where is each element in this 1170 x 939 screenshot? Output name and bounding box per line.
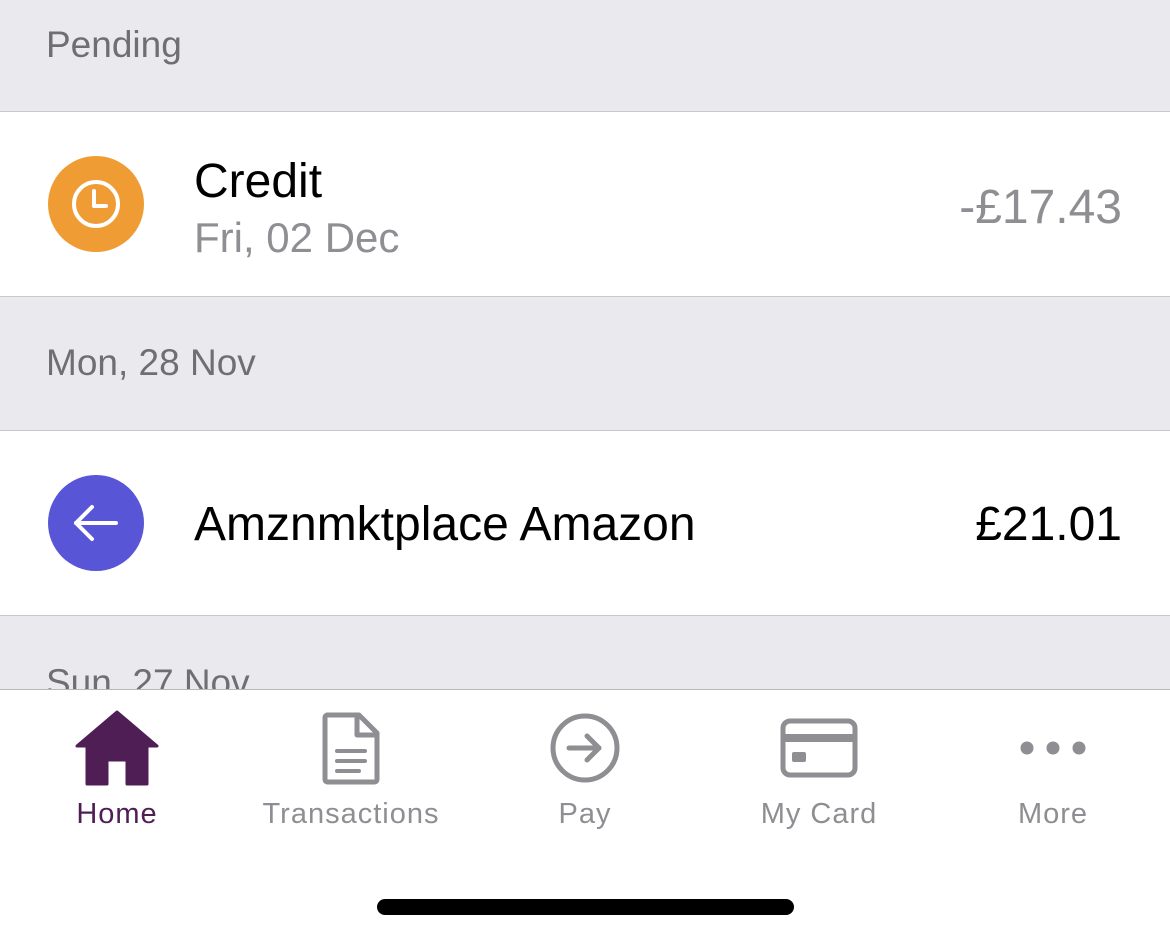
clock-icon — [48, 156, 144, 252]
section-header-label: Pending — [46, 24, 182, 65]
tab-my-card[interactable]: My Card — [702, 690, 936, 850]
section-header-label: Sun, 27 Nov — [46, 662, 250, 689]
transaction-row-credit[interactable]: Credit Fri, 02 Dec -£17.43 — [0, 111, 1170, 297]
arrow-circle-right-icon — [468, 710, 702, 786]
tab-label: Transactions — [262, 798, 440, 830]
section-header-sun-27-nov: Sun, 27 Nov — [0, 616, 1170, 689]
tab-more[interactable]: More — [936, 690, 1170, 850]
transactions-list[interactable]: Pending Credit Fri, 02 Dec -£17.43 Mon, … — [0, 0, 1170, 689]
section-header-pending: Pending — [0, 0, 1170, 111]
tab-pay[interactable]: Pay — [468, 690, 702, 850]
section-header-mon-28-nov: Mon, 28 Nov — [0, 297, 1170, 430]
tab-label: Pay — [558, 798, 612, 830]
tab-home[interactable]: Home — [0, 690, 234, 850]
transaction-title: Amznmktplace Amazon — [194, 498, 696, 551]
arrow-left-icon — [48, 475, 144, 571]
transaction-amount: -£17.43 — [959, 181, 1122, 234]
app-screen: Pending Credit Fri, 02 Dec -£17.43 Mon, … — [0, 0, 1170, 939]
home-icon — [0, 710, 234, 786]
card-icon — [702, 710, 936, 786]
section-header-label: Mon, 28 Nov — [46, 342, 256, 383]
tab-transactions[interactable]: Transactions — [234, 690, 468, 850]
tab-label: My Card — [760, 798, 878, 830]
tab-label: More — [1017, 798, 1089, 830]
document-icon — [234, 710, 468, 786]
home-indicator[interactable] — [377, 899, 794, 915]
transaction-date: Fri, 02 Dec — [194, 214, 400, 261]
tab-label: Home — [76, 798, 158, 830]
transaction-amount: £21.01 — [975, 498, 1122, 551]
more-dots-icon — [936, 710, 1170, 786]
transaction-title: Credit — [194, 155, 323, 208]
transaction-row-amazon[interactable]: Amznmktplace Amazon £21.01 — [0, 430, 1170, 616]
